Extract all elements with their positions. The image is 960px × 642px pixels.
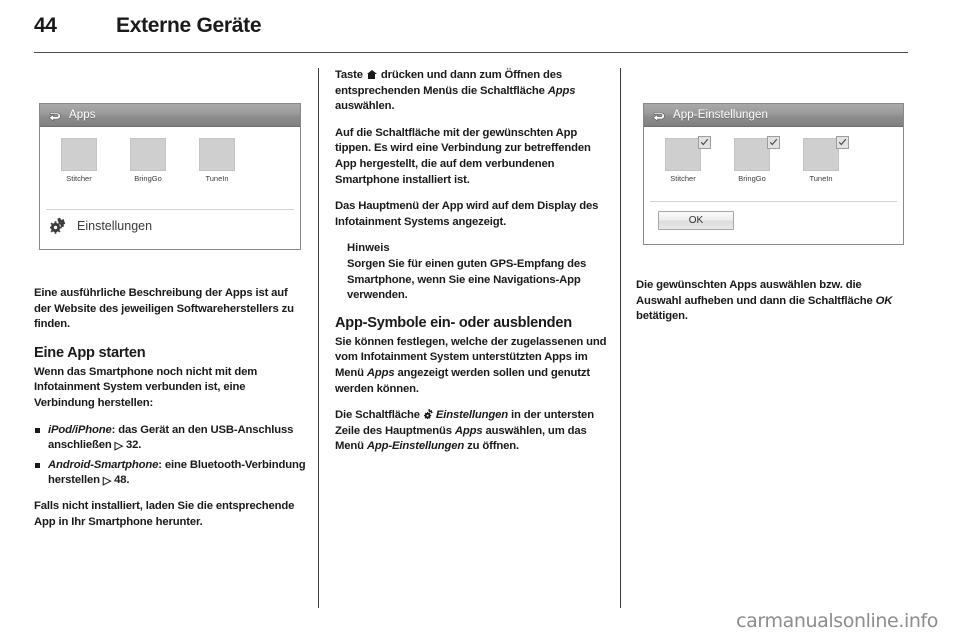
checkbox-stitcher[interactable] [698, 136, 711, 149]
paragraph-app-main-menu: Das Hauptmenü der App wird auf dem Displ… [335, 200, 599, 228]
menu-name-app-einstellungen: App-Einstellungen [366, 440, 465, 453]
screen-separator [650, 201, 897, 202]
app-grid: Stitcher BringGo TuneIn [662, 136, 849, 183]
manual-page: 44 Externe Geräte Apps Stitcher BringGo … [0, 0, 960, 642]
note-title: Hinweis [347, 242, 390, 255]
back-arrow-icon[interactable] [47, 109, 62, 122]
text-select-a: Die gewünschten Apps auswählen bzw. die … [636, 279, 876, 307]
gear-icon [49, 217, 68, 234]
text-settings-d: zu öffnen. [464, 440, 519, 453]
app-tile-stitcher[interactable]: Stitcher [58, 138, 100, 183]
column-1: Apps Stitcher BringGo TuneIn Einstellung… [34, 68, 306, 608]
column-divider-1 [318, 68, 319, 608]
text-select-b: betätigen. [636, 310, 688, 323]
chapter-title: Externe Geräte [116, 14, 262, 37]
menu-name-apps: Apps [454, 424, 483, 437]
heading-app-icons: App-Symbole ein- oder ausblenden [335, 314, 572, 331]
column-divider-2 [620, 68, 621, 608]
screen-settings-row[interactable]: Einstellungen [49, 217, 153, 234]
header-rule [34, 52, 908, 53]
infotainment-screen-apps: Apps Stitcher BringGo TuneIn Einstellung… [39, 103, 301, 250]
screen-title: Apps [69, 109, 96, 121]
text-key-press-c: auswählen. [335, 100, 395, 113]
column-container: Apps Stitcher BringGo TuneIn Einstellung… [34, 68, 908, 608]
app-icon-placeholder [199, 138, 235, 171]
app-tile-bringgo[interactable]: BringGo [127, 138, 169, 183]
menu-name-apps: Apps [547, 84, 576, 97]
paragraph-open-app-settings: Die Schaltfläche Einstellungen in der un… [335, 408, 607, 455]
infotainment-screen-app-settings: App-Einstellungen Stitcher BringGo TuneI… [643, 103, 904, 245]
app-tile-bringgo[interactable]: BringGo [731, 136, 780, 183]
figure-apps-menu: Apps Stitcher BringGo TuneIn Einstellung… [34, 68, 306, 276]
app-icon-placeholder [61, 138, 97, 171]
paragraph-tap-app: Auf die Schaltfläche mit der gewünschten… [335, 126, 591, 186]
screen-title: App-Einstellungen [673, 109, 769, 121]
app-label: Stitcher [670, 174, 696, 183]
text-settings-a: Die Schaltfläche [335, 409, 423, 422]
screen-titlebar: App-Einstellungen [644, 104, 903, 127]
paragraph-download-app: Falls nicht installiert, laden Sie die e… [34, 499, 295, 528]
note-block: Hinweis Sorgen Sie für einen guten GPS-E… [347, 241, 607, 303]
paragraph-connect-smartphone: Wenn das Smartphone noch nicht mit dem I… [34, 365, 258, 409]
app-label: BringGo [134, 174, 162, 183]
app-label: BringGo [738, 174, 766, 183]
ok-button[interactable]: OK [658, 211, 734, 230]
cross-reference-32: ▷ 32. [114, 439, 142, 453]
page-number: 44 [34, 14, 57, 37]
paragraph-apps-description: Eine ausführliche Beschreibung der Apps … [34, 287, 294, 331]
app-icon-placeholder [734, 138, 770, 171]
app-tile-tunein[interactable]: TuneIn [800, 136, 849, 183]
paragraph-supported-apps: Sie können festlegen, welche der zugelas… [335, 335, 607, 397]
column-3: App-Einstellungen Stitcher BringGo TuneI… [636, 68, 908, 608]
checkbox-tunein[interactable] [836, 136, 849, 149]
screen-settings-label: Einstellungen [77, 218, 153, 233]
list-item-ipod: iPod/iPhone: das Gerät an den USB-Anschl… [34, 423, 306, 454]
page-header: 44 Externe Geräte [34, 14, 908, 48]
app-icon-placeholder [665, 138, 701, 171]
device-name-ipod: iPod/iPhone [48, 423, 112, 436]
screen-titlebar: Apps [40, 104, 300, 127]
app-label: TuneIn [809, 174, 833, 183]
list-item-android: Android-Smartphone: eine Bluetooth-Verbi… [34, 458, 306, 489]
list-connection-methods: iPod/iPhone: das Gerät an den USB-Anschl… [34, 423, 306, 489]
device-name-android: Android-Smartphone [48, 458, 159, 471]
app-icon-placeholder [130, 138, 166, 171]
text-key-press-a: Taste [335, 69, 366, 81]
site-watermark: carmanualsonline.info [736, 610, 938, 632]
screen-separator [46, 209, 294, 210]
checkbox-bringgo[interactable] [767, 136, 780, 149]
app-grid: Stitcher BringGo TuneIn [58, 138, 238, 183]
gear-icon [423, 409, 434, 420]
app-label: Stitcher [66, 174, 92, 183]
cross-reference-48: ▷ 48. [102, 474, 130, 488]
menu-name-apps: Apps [366, 366, 395, 379]
figure-app-settings-menu: App-Einstellungen Stitcher BringGo TuneI… [636, 68, 908, 268]
app-icon-placeholder [803, 138, 839, 171]
heading-start-app: Eine App starten [34, 344, 146, 361]
screen-body: Stitcher BringGo TuneIn OK [644, 127, 903, 244]
button-name-ok: OK [875, 294, 893, 307]
app-tile-stitcher[interactable]: Stitcher [662, 136, 711, 183]
paragraph-select-apps: Die gewünschten Apps auswählen bzw. die … [636, 278, 908, 325]
back-arrow-icon[interactable] [651, 109, 666, 122]
app-tile-tunein[interactable]: TuneIn [196, 138, 238, 183]
app-label: TuneIn [205, 174, 229, 183]
column-2: Taste drücken und dann zum Öffnen des en… [335, 68, 607, 608]
button-name-einstellungen: Einstellungen [435, 409, 508, 422]
home-icon [366, 70, 377, 79]
paragraph-home-key: Taste drücken und dann zum Öffnen des en… [335, 68, 607, 115]
screen-body: Stitcher BringGo TuneIn Einstellungen [40, 127, 300, 249]
note-body: Sorgen Sie für einen guten GPS-Empfang d… [347, 257, 587, 302]
